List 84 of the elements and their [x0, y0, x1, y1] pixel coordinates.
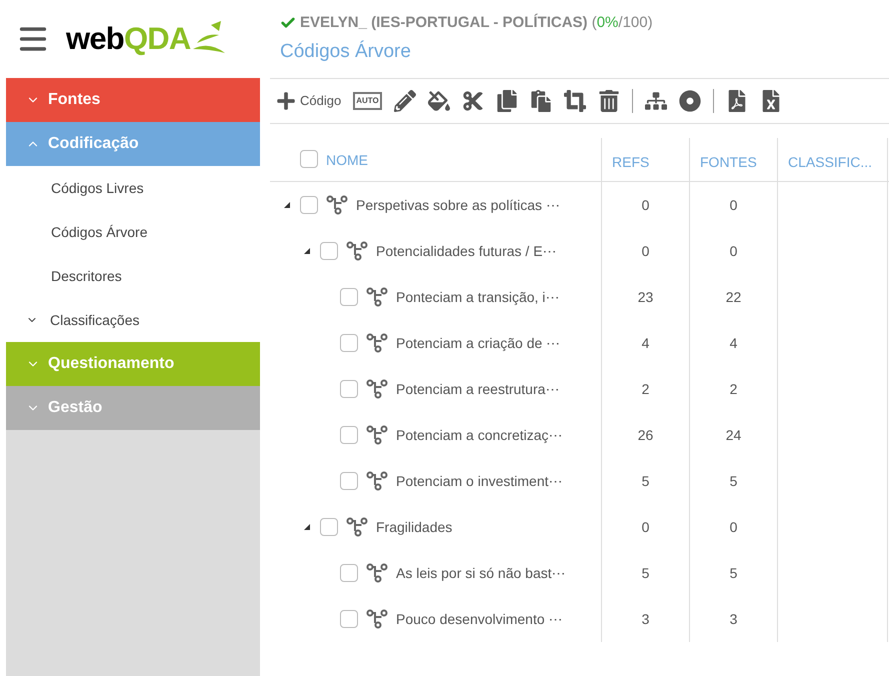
copy-icon[interactable] — [496, 90, 518, 112]
table-cell-text: 0 — [642, 196, 650, 214]
row-checkbox[interactable] — [340, 426, 358, 444]
table-cell-text: 4 — [730, 334, 738, 352]
sidebar-item[interactable]: Códigos Árvore — [51, 222, 148, 242]
row-checkbox[interactable] — [340, 564, 358, 582]
row-checkbox[interactable] — [320, 518, 338, 536]
paste-icon[interactable] — [530, 90, 552, 112]
tree-node-icon — [366, 379, 388, 399]
sidebar-item[interactable]: Descritores — [51, 266, 122, 286]
table-cell-text: 5 — [730, 564, 738, 582]
table-cell-text: 0 — [730, 196, 738, 214]
code-name: Potenciam a concretizaç⋯ — [396, 426, 563, 445]
table-cell-text: 2 — [730, 380, 738, 398]
code-name: Potenciam a reestrutura⋯ — [396, 380, 560, 398]
row-checkbox[interactable] — [340, 472, 358, 490]
logo-text: webQDA — [66, 20, 191, 58]
table-cell-text: 4 — [642, 334, 650, 352]
tree-node-icon — [366, 425, 388, 445]
column-header[interactable]: CLASSIFIC... — [788, 152, 872, 173]
trash-icon[interactable] — [598, 90, 620, 112]
table-cell-text: 24 — [726, 426, 742, 444]
tree-node-icon — [366, 563, 388, 583]
column-header[interactable]: FONTES — [700, 152, 757, 173]
plus-icon — [276, 91, 296, 111]
project-title: EVELYN_ (IES-PORTUGAL - POLÍTICAS) (0%/100) — [300, 12, 653, 32]
sidebar-section[interactable]: Questionamento — [6, 342, 260, 386]
sidebar-item[interactable]: Códigos Livres — [51, 178, 144, 198]
table-cell-text: 0 — [642, 242, 650, 260]
code-name: Fragilidades — [376, 518, 452, 537]
expand-toggle-icon[interactable] — [304, 248, 312, 254]
row-checkbox[interactable] — [300, 196, 318, 214]
table-cell-text: 23 — [638, 288, 654, 306]
row-checkbox[interactable] — [340, 380, 358, 398]
code-name: Potencialidades futuras / E⋯ — [376, 242, 557, 260]
expand-toggle-icon[interactable] — [284, 202, 292, 208]
add-code-button[interactable]: Código — [276, 91, 342, 111]
table-cell-text: 5 — [642, 472, 650, 490]
tree-node-icon — [366, 287, 388, 307]
table-cell-text: 3 — [730, 610, 738, 628]
table-cell-text: 0 — [730, 518, 738, 536]
tree-node-icon — [346, 241, 368, 261]
table-cell-text: 3 — [642, 610, 650, 628]
pencil-icon[interactable] — [394, 90, 416, 112]
crop-icon[interactable] — [564, 90, 586, 112]
row-checkbox[interactable] — [320, 242, 338, 260]
sidebar-section[interactable]: Gestão — [6, 386, 260, 430]
tree-node-icon — [366, 471, 388, 491]
column-header[interactable]: NOME — [326, 150, 368, 171]
row-checkbox[interactable] — [340, 610, 358, 628]
sidebar-section[interactable]: Fontes — [6, 78, 260, 122]
section-label: Questionamento — [48, 354, 174, 374]
table-cell-text: 5 — [730, 472, 738, 490]
section-label: Fontes — [48, 90, 100, 110]
scissors-icon[interactable] — [462, 90, 484, 112]
table-cell-text: 26 — [638, 426, 654, 444]
code-name: Potenciam a criação de ⋯ — [396, 334, 560, 353]
sidebar-section[interactable]: Codificação — [6, 122, 260, 166]
tree-node-icon — [326, 195, 348, 215]
expand-toggle-icon[interactable] — [304, 524, 312, 530]
section-label: Gestão — [48, 398, 102, 418]
code-name: As leis por si só não bast⋯ — [396, 564, 566, 583]
paint-bucket-icon[interactable] — [428, 90, 450, 112]
table-cell-text: 0 — [730, 242, 738, 260]
page-title: Códigos Árvore — [280, 40, 412, 64]
tree-node-icon — [346, 517, 368, 537]
auto-code-button[interactable]: AUTO — [353, 92, 382, 110]
tree-node-icon — [366, 609, 388, 629]
code-name: Pouco desenvolvimento ⋯ — [396, 610, 563, 628]
table-cell-text: 0 — [642, 518, 650, 536]
row-checkbox[interactable] — [340, 334, 358, 352]
item-label: Classificações — [50, 310, 140, 330]
row-checkbox[interactable] — [340, 288, 358, 306]
column-header[interactable]: REFS — [612, 152, 650, 173]
tree-node-icon — [366, 333, 388, 353]
hierarchy-icon[interactable] — [644, 90, 667, 112]
select-all-checkbox[interactable] — [300, 150, 318, 168]
table-cell-text: 5 — [642, 564, 650, 582]
table-cell-text: 2 — [642, 380, 650, 398]
table-cell-text: 22 — [726, 288, 742, 306]
code-name: Perspetivas sobre as políticas ⋯ — [356, 196, 560, 215]
code-name: Ponteciam a transição, i⋯ — [396, 288, 560, 307]
code-name: Potenciam o investiment⋯ — [396, 472, 563, 490]
section-label: Codificação — [48, 134, 139, 154]
